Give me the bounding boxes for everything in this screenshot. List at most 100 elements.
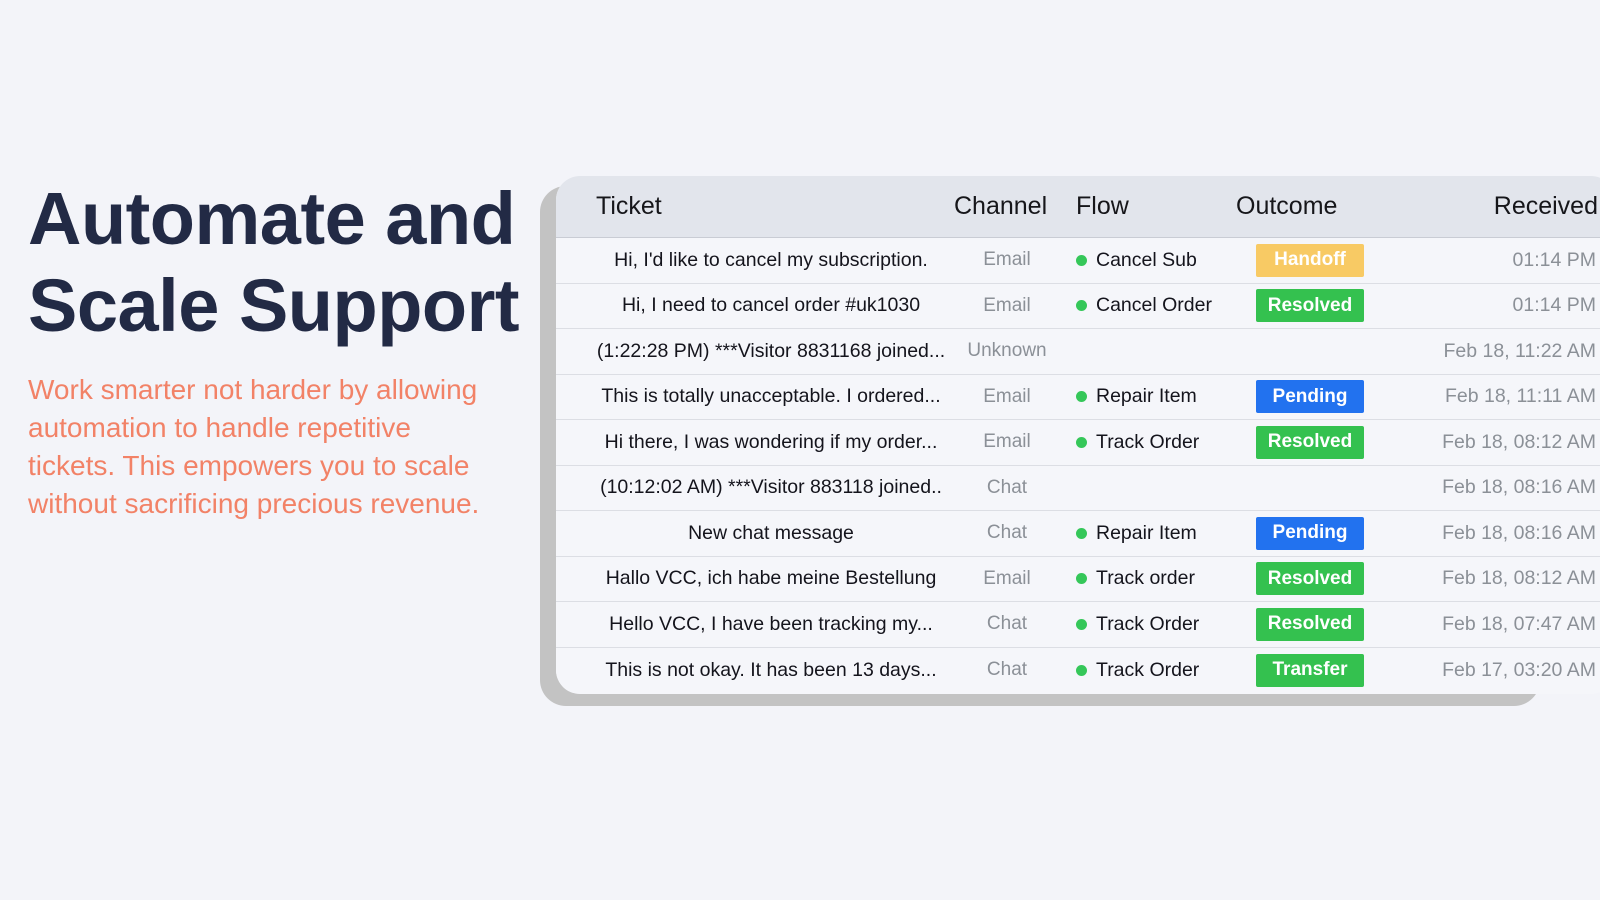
table-row[interactable]: Hi there, I was wondering if my order...… [556, 420, 1600, 466]
flow-text: Cancel Order [1096, 294, 1212, 317]
cell-outcome [1224, 466, 1364, 511]
ticket-text: Hi, I need to cancel order #uk1030 [622, 294, 920, 317]
ticket-text: Hi, I'd like to cancel my subscription. [614, 249, 928, 272]
cell-received: Feb 18, 08:16 AM [1376, 511, 1596, 556]
status-badge: Resolved [1256, 562, 1364, 595]
channel-text: Chat [987, 613, 1027, 635]
flow-badge: Repair Item [1076, 385, 1197, 408]
status-badge: Pending [1256, 380, 1364, 413]
column-header-received[interactable]: Received [1376, 176, 1598, 237]
status-dot-icon [1076, 665, 1087, 676]
table-header-row: Ticket Channel Flow Outcome Received [556, 176, 1600, 238]
status-badge: Pending [1256, 517, 1364, 550]
channel-text: Unknown [967, 340, 1046, 362]
ticket-text: (1:22:28 PM) ***Visitor 8831168 joined..… [597, 340, 945, 363]
cell-flow [1076, 329, 1246, 374]
cell-received: Feb 18, 08:16 AM [1376, 466, 1596, 511]
table-row[interactable]: Hi, I need to cancel order #uk1030 Email C… [556, 284, 1600, 330]
column-header-received-label: Received [1494, 192, 1598, 221]
cell-outcome: Resolved [1224, 557, 1364, 602]
cell-ticket: Hi there, I was wondering if my order... [580, 420, 962, 465]
cell-flow: Track order [1076, 557, 1246, 602]
received-timestamp: Feb 18, 11:22 AM [1444, 340, 1597, 363]
cell-flow: Track Order [1076, 648, 1246, 694]
received-timestamp: Feb 17, 03:20 AM [1442, 659, 1596, 682]
cell-received: Feb 18, 11:11 AM [1376, 375, 1596, 420]
cell-outcome: Pending [1224, 375, 1364, 420]
table-row[interactable]: (10:12:02 AM) ***Visitor 883118 joined..… [556, 466, 1600, 512]
cell-channel: Chat [952, 511, 1062, 556]
channel-text: Email [983, 568, 1031, 590]
channel-text: Email [983, 249, 1031, 271]
cell-outcome: Pending [1224, 511, 1364, 556]
tickets-table-card: Ticket Channel Flow Outcome Received Hi,… [540, 176, 1600, 706]
flow-text: Repair Item [1096, 385, 1197, 408]
received-timestamp: Feb 18, 08:16 AM [1442, 522, 1596, 545]
table-row[interactable]: Hallo VCC, ich habe meine BestellungEmai… [556, 557, 1600, 603]
cell-outcome [1224, 329, 1364, 374]
flow-badge: Cancel Order [1076, 294, 1212, 317]
table-row[interactable]: This is not okay. It has been 13 days...… [556, 648, 1600, 694]
cell-outcome: Resolved [1224, 284, 1364, 329]
page-title: Automate and Scale Support [28, 176, 528, 349]
cell-channel: Chat [952, 602, 1062, 647]
cell-outcome: Transfer [1224, 648, 1364, 694]
status-dot-icon [1076, 573, 1087, 584]
flow-badge: Track Order [1076, 659, 1199, 682]
flow-text: Track Order [1096, 613, 1199, 636]
cell-flow: Track Order [1076, 602, 1246, 647]
cell-received: Feb 18, 08:12 AM [1376, 557, 1596, 602]
tickets-table: Ticket Channel Flow Outcome Received Hi,… [556, 176, 1600, 694]
table-row[interactable]: Hi, I'd like to cancel my subscription. E… [556, 238, 1600, 284]
received-timestamp: Feb 18, 08:16 AM [1442, 476, 1596, 499]
status-badge: Resolved [1256, 608, 1364, 641]
flow-badge: Track order [1076, 567, 1195, 590]
received-timestamp: 01:14 PM [1513, 294, 1596, 317]
cell-channel: Email [952, 557, 1062, 602]
cell-ticket: New chat message [580, 511, 962, 556]
channel-text: Chat [987, 522, 1027, 544]
cell-ticket: This is not okay. It has been 13 days... [580, 648, 962, 694]
cell-ticket: (1:22:28 PM) ***Visitor 8831168 joined..… [580, 329, 962, 374]
column-header-channel[interactable]: Channel [954, 176, 1094, 237]
table-row[interactable]: This is totally unacceptable. I ordered.… [556, 375, 1600, 421]
table-row[interactable]: New chat message Chat Repair Item Pending Fe… [556, 511, 1600, 557]
status-badge: Resolved [1256, 426, 1364, 459]
cell-received: 01:14 PM [1376, 238, 1596, 283]
received-timestamp: Feb 18, 11:11 AM [1445, 385, 1596, 408]
flow-badge: Track Order [1076, 613, 1199, 636]
cell-flow: Repair Item [1076, 375, 1246, 420]
cell-ticket: This is totally unacceptable. I ordered.… [580, 375, 962, 420]
column-header-ticket[interactable]: Ticket [596, 176, 978, 237]
cell-received: 01:14 PM [1376, 284, 1596, 329]
channel-text: Email [983, 295, 1031, 317]
status-badge: Resolved [1256, 289, 1364, 322]
column-header-outcome-label: Outcome [1236, 192, 1337, 221]
cell-channel: Chat [952, 648, 1062, 694]
cell-outcome: Resolved [1224, 602, 1364, 647]
received-timestamp: Feb 18, 08:12 AM [1442, 431, 1596, 454]
ticket-text: New chat message [688, 522, 854, 545]
channel-text: Email [983, 386, 1031, 408]
ticket-text: This is not okay. It has been 13 days... [605, 659, 936, 682]
status-dot-icon [1076, 619, 1087, 630]
cell-received: Feb 18, 11:22 AM [1376, 329, 1596, 374]
flow-text: Repair Item [1096, 522, 1197, 545]
cell-outcome: Handoff [1224, 238, 1364, 283]
received-timestamp: 01:14 PM [1513, 249, 1596, 272]
flow-badge: Cancel Sub [1076, 249, 1197, 272]
table-row[interactable]: (1:22:28 PM) ***Visitor 8831168 joined..… [556, 329, 1600, 375]
column-header-flow[interactable]: Flow [1076, 176, 1246, 237]
cell-channel: Chat [952, 466, 1062, 511]
status-dot-icon [1076, 528, 1087, 539]
column-header-outcome[interactable]: Outcome [1236, 176, 1396, 237]
cell-channel: Unknown [952, 329, 1062, 374]
flow-text: Cancel Sub [1096, 249, 1197, 272]
status-badge: Handoff [1256, 244, 1364, 277]
received-timestamp: Feb 18, 07:47 AM [1442, 613, 1596, 636]
table-row[interactable]: Hello VCC, I have been tracking my...Cha… [556, 602, 1600, 648]
cell-received: Feb 18, 07:47 AM [1376, 602, 1596, 647]
cell-flow: Cancel Sub [1076, 238, 1246, 283]
cell-ticket: Hi, I need to cancel order #uk1030 [580, 284, 962, 329]
cell-flow: Cancel Order [1076, 284, 1246, 329]
